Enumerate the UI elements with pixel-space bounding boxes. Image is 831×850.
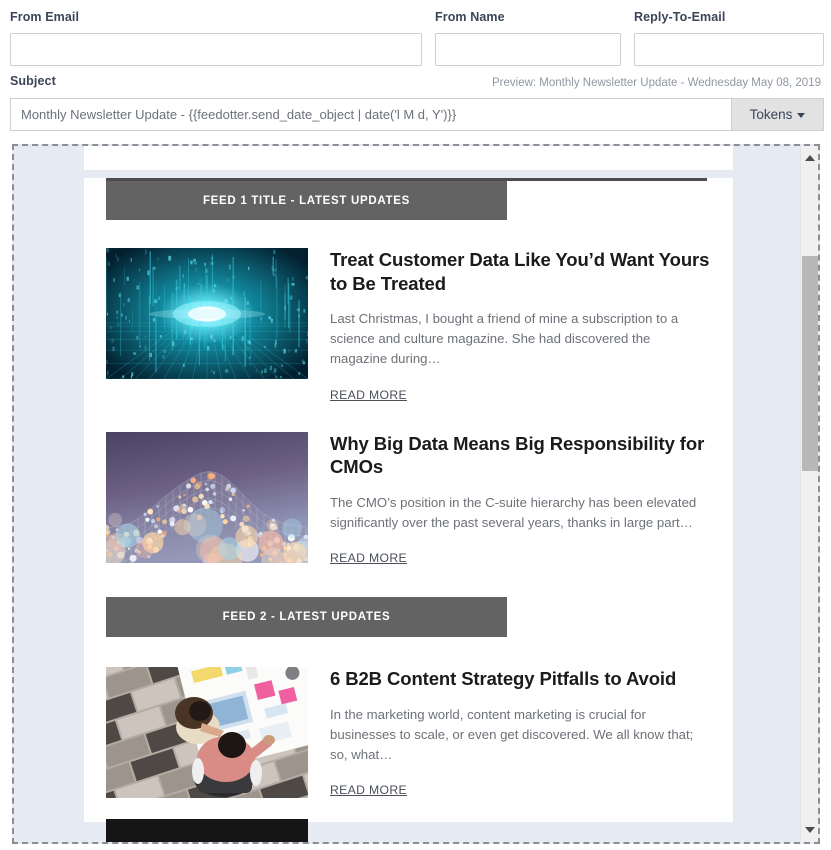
article-item: Treat Customer Data Like You’d Want Your… [106,248,711,404]
email-preview-scroll-region: FEED 1 TITLE - LATEST UPDATES Treat Cust… [14,146,804,842]
read-more-link[interactable]: READ MORE [330,551,407,565]
from-name-input[interactable] [435,33,621,66]
article-excerpt: Last Christmas, I bought a friend of min… [330,311,679,367]
article-text: 6 B2B Content Strategy Pitfalls to Avoid… [330,667,711,799]
read-more-link[interactable]: READ MORE [330,783,407,797]
article-title[interactable]: 6 B2B Content Strategy Pitfalls to Avoid [330,667,711,691]
bokeh-data-mountain-image[interactable] [106,431,308,563]
article-text: Treat Customer Data Like You’d Want Your… [330,248,711,404]
feed-header-title: FEED 2 - LATEST UPDATES [222,611,391,623]
preview-scrollbar[interactable] [800,146,818,842]
subject-row: Tokens [10,98,824,131]
scroll-down-arrow[interactable] [801,821,818,839]
digital-matrix-glow-image[interactable] [106,248,308,379]
article-text: Why Big Data Means Big Responsibility fo… [330,432,711,567]
email-preview-pane: FEED 1 TITLE - LATEST UPDATES Treat Cust… [12,144,820,844]
article-item: Why Big Data Means Big Responsibility fo… [106,431,711,567]
feed-header-title: FEED 1 TITLE - LATEST UPDATES [202,194,411,207]
article-title[interactable]: Why Big Data Means Big Responsibility fo… [330,432,711,479]
overhead-desk-collaboration-image[interactable] [106,667,308,798]
from-email-input[interactable] [10,33,422,66]
read-more-link[interactable]: READ MORE [330,388,407,402]
from-name-label: From Name [435,10,505,24]
scroll-up-arrow[interactable] [801,149,818,167]
article-title[interactable]: Treat Customer Data Like You’d Want Your… [330,248,711,295]
tokens-button-label: Tokens [749,107,793,122]
tokens-button[interactable]: Tokens [731,98,824,131]
caret-up-icon [805,155,815,161]
subject-label: Subject [10,74,56,88]
feed-header-bar: FEED 1 TITLE - LATEST UPDATES [106,181,507,220]
feed-header-1: FEED 1 TITLE - LATEST UPDATES [106,178,733,220]
message-top-strip [84,146,733,170]
from-email-label: From Email [10,10,80,24]
reply-to-email-label: Reply-To-Email [634,10,726,24]
reply-to-email-input[interactable] [634,33,824,66]
feed-separator [84,567,733,597]
article-item: 6 B2B Content Strategy Pitfalls to Avoid… [106,667,711,802]
caret-down-icon [805,827,815,833]
next-article-thumbnail-partial [106,819,308,842]
scroll-thumb[interactable] [802,256,818,471]
feed-header-bar: FEED 2 - LATEST UPDATES [106,597,507,637]
campaign-settings-form: From Email From Name Reply-To-Email Subj… [0,0,831,140]
article-excerpt: The CMO’s position in the C-suite hierar… [330,494,697,530]
chevron-down-icon [797,113,806,118]
email-body: FEED 1 TITLE - LATEST UPDATES Treat Cust… [84,178,733,822]
subject-input[interactable] [10,98,731,131]
article-excerpt: In the marketing world, content marketin… [330,706,694,762]
subject-preview-note: Preview: Monthly Newsletter Update - Wed… [492,77,821,89]
feed-header-2: FEED 2 - LATEST UPDATES [106,597,733,639]
